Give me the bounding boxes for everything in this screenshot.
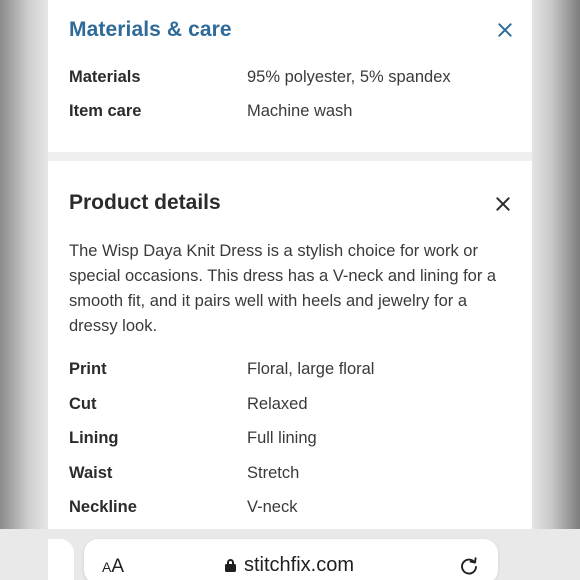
detail-row: Materials 95% polyester, 5% spandex (69, 68, 509, 92)
detail-row: Item care Machine wash (69, 102, 509, 126)
detail-value: Full lining (247, 429, 317, 447)
detail-label: Waist (69, 464, 113, 482)
detail-value: 95% polyester, 5% spandex (247, 68, 451, 86)
reload-icon[interactable] (459, 556, 479, 576)
detail-label: Neckline (69, 498, 137, 516)
close-icon[interactable] (495, 196, 511, 212)
product-details-section: Product details The Wisp Daya Knit Dress… (48, 161, 532, 529)
detail-label: Print (69, 360, 107, 378)
previous-tab-edge[interactable] (48, 539, 74, 580)
detail-value: Relaxed (247, 395, 308, 413)
detail-value: Machine wash (247, 102, 353, 120)
background-left-edge (0, 0, 48, 580)
detail-value: Floral, large floral (247, 360, 375, 378)
detail-row: Neckline V-neck (69, 498, 509, 522)
background-right-edge (532, 0, 580, 580)
text-size-button[interactable]: AA (102, 556, 124, 578)
browser-toolbar: AA stitchfix.com (0, 529, 580, 580)
detail-value: Stretch (247, 464, 300, 482)
detail-label: Materials (69, 68, 141, 86)
detail-row: Cut Relaxed (69, 395, 509, 419)
text-size-large-letter: A (111, 556, 125, 577)
detail-row: Waist Stretch (69, 464, 509, 488)
detail-value: V-neck (247, 498, 298, 516)
detail-row: Print Floral, large floral (69, 360, 509, 384)
address-bar[interactable]: AA stitchfix.com (84, 539, 498, 580)
url-domain[interactable]: stitchfix.com (244, 554, 354, 577)
product-description: The Wisp Daya Knit Dress is a stylish ch… (69, 242, 497, 335)
close-icon[interactable] (497, 22, 513, 38)
lock-icon (225, 559, 236, 572)
detail-label: Cut (69, 395, 97, 413)
detail-label: Lining (69, 429, 119, 447)
text-size-small-letter: A (102, 559, 112, 575)
materials-care-title: Materials & care (69, 18, 232, 41)
product-page: Materials & care Materials 95% polyester… (48, 0, 532, 580)
detail-row: Lining Full lining (69, 429, 509, 453)
detail-label: Item care (69, 102, 142, 120)
product-details-title: Product details (69, 191, 221, 214)
materials-care-section: Materials & care Materials 95% polyester… (48, 0, 532, 152)
